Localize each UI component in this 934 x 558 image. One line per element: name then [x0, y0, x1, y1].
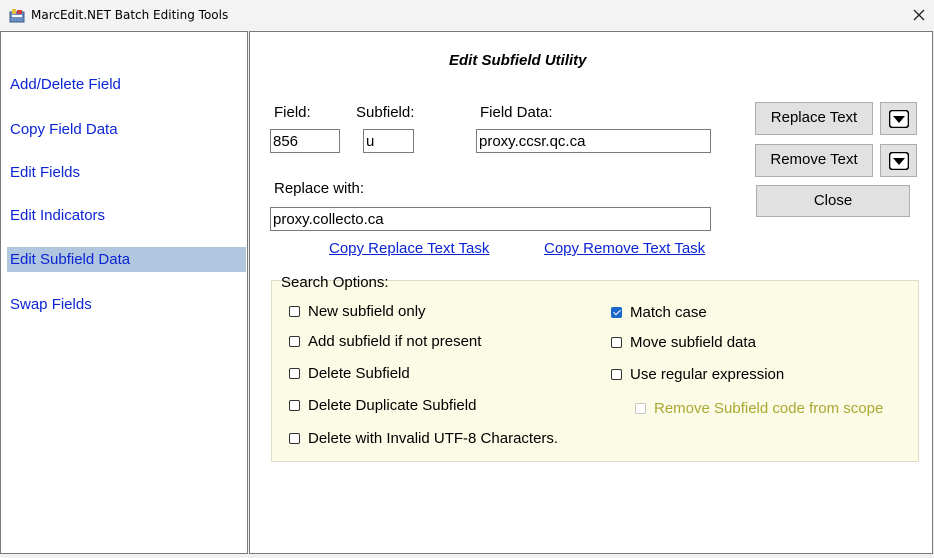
sidebar-item-swap-fields[interactable]: Swap Fields — [7, 292, 246, 317]
tool-sidebar: Add/Delete Field Copy Field Data Edit Fi… — [0, 31, 248, 554]
field-input[interactable] — [270, 129, 340, 153]
checkbox[interactable] — [611, 369, 622, 380]
sidebar-item-edit-indicators[interactable]: Edit Indicators — [7, 203, 246, 228]
page-title: Edit Subfield Utility — [449, 52, 587, 69]
checkbox[interactable] — [289, 336, 300, 347]
copy-replace-text-task-link[interactable]: Copy Replace Text Task — [329, 240, 489, 257]
replace-text-dropdown-button[interactable] — [880, 102, 917, 135]
subfield-label: Subfield: — [356, 104, 415, 121]
edit-subfield-panel: Edit Subfield Utility Field: Subfield: F… — [249, 31, 933, 554]
checkbox[interactable] — [289, 400, 300, 411]
field-data-input[interactable] — [476, 129, 711, 153]
checkbox[interactable] — [289, 368, 300, 379]
marcedit-app-icon — [9, 9, 25, 23]
field-label: Field: — [274, 104, 311, 121]
dropdown-arrow-icon — [889, 152, 909, 170]
title-bar: MarcEdit.NET Batch Editing Tools — [0, 0, 934, 31]
dropdown-arrow-icon — [889, 110, 909, 128]
field-data-label: Field Data: — [480, 104, 553, 121]
subfield-input[interactable] — [363, 129, 414, 153]
search-options-group: Search Options: New subfield only Add su… — [271, 274, 919, 462]
checkbox[interactable] — [289, 306, 300, 317]
remove-text-dropdown-button[interactable] — [880, 144, 917, 177]
batch-editing-window: MarcEdit.NET Batch Editing Tools Add/Del… — [0, 0, 934, 558]
close-button[interactable]: Close — [756, 185, 910, 217]
replace-with-label: Replace with: — [274, 180, 365, 197]
sidebar-item-edit-fields[interactable]: Edit Fields — [7, 160, 246, 185]
sidebar-item-copy-field-data[interactable]: Copy Field Data — [7, 117, 246, 142]
close-window-button[interactable] — [904, 0, 934, 31]
copy-remove-text-task-link[interactable]: Copy Remove Text Task — [544, 240, 705, 257]
search-options-title: Search Options: — [281, 274, 389, 291]
close-icon — [913, 9, 925, 21]
checkbox[interactable] — [611, 337, 622, 348]
replace-with-input[interactable] — [270, 207, 711, 231]
checkbox[interactable] — [289, 433, 300, 444]
checkbox-disabled — [635, 403, 646, 414]
replace-text-button[interactable]: Replace Text — [755, 102, 873, 135]
checkbox-checked[interactable] — [611, 307, 622, 318]
window-title: MarcEdit.NET Batch Editing Tools — [31, 8, 229, 22]
sidebar-item-edit-subfield-data[interactable]: Edit Subfield Data — [7, 247, 246, 272]
remove-text-button[interactable]: Remove Text — [755, 144, 873, 177]
sidebar-item-add-delete-field[interactable]: Add/Delete Field — [7, 72, 246, 97]
